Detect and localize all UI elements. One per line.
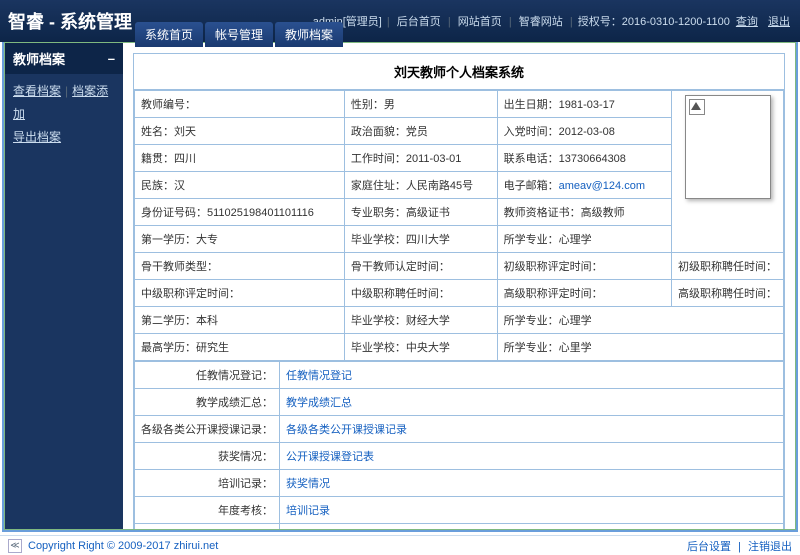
cell-idcard: 身份证号码：511025198401101116 bbox=[135, 199, 345, 226]
table-row: 年度考核：培训记录 bbox=[135, 497, 784, 524]
cell-name: 姓名：刘天 bbox=[135, 118, 345, 145]
link-query[interactable]: 查询 bbox=[736, 16, 758, 28]
cell-email: 电子邮箱：ameav@124.com bbox=[497, 172, 671, 199]
archive-title: 刘天教师个人档案系统 bbox=[134, 54, 784, 90]
cell-edu2: 第二学历：本科 bbox=[135, 307, 345, 334]
table-row: 业务考核： bbox=[135, 524, 784, 530]
link-backstage-home[interactable]: 后台首页 bbox=[397, 16, 441, 28]
lbl-senior-eval: 高级职称评定时间： bbox=[497, 280, 671, 307]
cell-phone: 联系电话：13730664308 bbox=[497, 145, 671, 172]
sidebar-header: 教师档案 – bbox=[5, 43, 123, 74]
link-logout-footer[interactable]: 注销退出 bbox=[748, 541, 792, 553]
cell-address: 家庭住址：人民南路45号 bbox=[344, 172, 497, 199]
cell-major2: 所学专业：心理学 bbox=[497, 307, 783, 334]
top-links: admin[管理员] | 后台首页 | 网站首页 | 智睿网站 | 授权号：20… bbox=[313, 13, 792, 29]
rec-lbl: 获奖情况： bbox=[135, 443, 280, 470]
cell-gender: 性别：男 bbox=[344, 91, 497, 118]
sidebar-item-view[interactable]: 查看档案 bbox=[13, 84, 61, 98]
link-logout[interactable]: 退出 bbox=[768, 16, 790, 28]
rec-lbl: 各级各类公开课授课记录： bbox=[135, 416, 280, 443]
collapse-icon[interactable]: ≪ bbox=[8, 539, 22, 553]
cell-major1: 所学专业：心理学 bbox=[497, 226, 671, 253]
tab-system-home[interactable]: 系统首页 bbox=[135, 22, 203, 47]
lbl-senior-hire: 高级职称聘任时间： bbox=[672, 280, 784, 307]
photo-placeholder-icon bbox=[685, 95, 771, 199]
rec-val[interactable]: 教学成绩汇总 bbox=[280, 389, 784, 416]
table-row: 任教情况登记：任教情况登记 bbox=[135, 362, 784, 389]
cell-cert: 教师资格证书：高级教师 bbox=[497, 199, 671, 226]
table-row: 各级各类公开课授课记录：各级各类公开课授课记录 bbox=[135, 416, 784, 443]
archive-box: 刘天教师个人档案系统 教师编号： 性别：男 出生日期：1981-03-17 姓名… bbox=[133, 53, 785, 529]
cell-birth: 出生日期：1981-03-17 bbox=[497, 91, 671, 118]
info-table: 教师编号： 性别：男 出生日期：1981-03-17 姓名：刘天 政治面貌：党员… bbox=[134, 90, 784, 361]
rec-val[interactable]: 任教情况登记 bbox=[280, 362, 784, 389]
cell-position: 专业职务：高级证书 bbox=[344, 199, 497, 226]
cell-major3: 所学专业：心里学 bbox=[497, 334, 783, 361]
auth-label: 授权号： bbox=[578, 16, 622, 28]
cell-worktime: 工作时间：2011-03-01 bbox=[344, 145, 497, 172]
content-area: 刘天教师个人档案系统 教师编号： 性别：男 出生日期：1981-03-17 姓名… bbox=[123, 43, 795, 529]
link-site-home[interactable]: 网站首页 bbox=[458, 16, 502, 28]
lbl-backbone-type: 骨干教师类型： bbox=[135, 253, 345, 280]
table-row: 最高学历：研究生 毕业学校：中央大学 所学专业：心里学 bbox=[135, 334, 784, 361]
lbl-teacher-no: 教师编号： bbox=[135, 91, 345, 118]
footer: ≪ Copyright Right © 2009-2017 zhirui.net… bbox=[0, 535, 800, 555]
cell-school1: 毕业学校：四川大学 bbox=[344, 226, 497, 253]
cell-edu1: 第一学历：大专 bbox=[135, 226, 345, 253]
lbl-mid-hire: 中级职称聘任时间： bbox=[344, 280, 497, 307]
rec-lbl: 培训记录： bbox=[135, 470, 280, 497]
table-row: 骨干教师类型： 骨干教师认定时间： 初级职称评定时间： 初级职称聘任时间： bbox=[135, 253, 784, 280]
top-bar: 智睿 - 系统管理 admin[管理员] | 后台首页 | 网站首页 | 智睿网… bbox=[0, 0, 800, 42]
rec-val[interactable]: 各级各类公开课授课记录 bbox=[280, 416, 784, 443]
rec-val[interactable]: 培训记录 bbox=[280, 497, 784, 524]
lbl-junior-hire: 初级职称聘任时间： bbox=[672, 253, 784, 280]
rec-val[interactable]: 获奖情况 bbox=[280, 470, 784, 497]
rec-lbl: 业务考核： bbox=[135, 524, 280, 530]
table-row: 培训记录：获奖情况 bbox=[135, 470, 784, 497]
lbl-mid-eval: 中级职称评定时间： bbox=[135, 280, 345, 307]
rec-lbl: 教学成绩汇总： bbox=[135, 389, 280, 416]
sidebar: 教师档案 – 查看档案|档案添加 导出档案 bbox=[5, 43, 123, 529]
main-wrap: 教师档案 – 查看档案|档案添加 导出档案 刘天教师个人档案系统 教师编号： 性… bbox=[2, 42, 798, 532]
table-row: 获奖情况：公开课授课登记表 bbox=[135, 443, 784, 470]
cell-school2: 毕业学校：财经大学 bbox=[344, 307, 497, 334]
sidebar-toggle-icon[interactable]: – bbox=[108, 51, 115, 66]
footer-right: 后台设置 | 注销退出 bbox=[687, 538, 792, 554]
auth-no: 2016-0310-1200-1100 bbox=[622, 16, 730, 28]
cell-party-date: 入党时间：2012-03-08 bbox=[497, 118, 671, 145]
cell-political: 政治面貌：党员 bbox=[344, 118, 497, 145]
lbl-backbone-date: 骨干教师认定时间： bbox=[344, 253, 497, 280]
rec-lbl: 任教情况登记： bbox=[135, 362, 280, 389]
logo: 智睿 - 系统管理 bbox=[8, 8, 132, 34]
link-zhirui-site[interactable]: 智睿网站 bbox=[519, 16, 563, 28]
rec-lbl: 年度考核： bbox=[135, 497, 280, 524]
tab-account-mgmt[interactable]: 帐号管理 bbox=[205, 22, 273, 47]
tab-teacher-archive[interactable]: 教师档案 bbox=[275, 22, 343, 47]
link-settings[interactable]: 后台设置 bbox=[687, 541, 731, 553]
rec-val bbox=[280, 524, 784, 530]
table-row: 教师编号： 性别：男 出生日期：1981-03-17 bbox=[135, 91, 784, 118]
nav-tabs: 系统首页 帐号管理 教师档案 bbox=[135, 22, 343, 47]
table-row: 教学成绩汇总：教学成绩汇总 bbox=[135, 389, 784, 416]
table-row: 中级职称评定时间： 中级职称聘任时间： 高级职称评定时间： 高级职称聘任时间： bbox=[135, 280, 784, 307]
sidebar-links: 查看档案|档案添加 导出档案 bbox=[5, 74, 123, 154]
photo-cell bbox=[672, 91, 784, 253]
sidebar-title: 教师档案 bbox=[13, 49, 65, 68]
cell-school3: 毕业学校：中央大学 bbox=[344, 334, 497, 361]
records-table: 任教情况登记：任教情况登记 教学成绩汇总：教学成绩汇总 各级各类公开课授课记录：… bbox=[134, 361, 784, 529]
cell-nation: 民族：汉 bbox=[135, 172, 345, 199]
cell-native: 籍贯：四川 bbox=[135, 145, 345, 172]
sidebar-item-export[interactable]: 导出档案 bbox=[13, 130, 61, 144]
cell-edu3: 最高学历：研究生 bbox=[135, 334, 345, 361]
lbl-junior-eval: 初级职称评定时间： bbox=[497, 253, 671, 280]
table-row: 第二学历：本科 毕业学校：财经大学 所学专业：心理学 bbox=[135, 307, 784, 334]
copyright: Copyright Right © 2009-2017 zhirui.net bbox=[28, 540, 218, 552]
rec-val[interactable]: 公开课授课登记表 bbox=[280, 443, 784, 470]
